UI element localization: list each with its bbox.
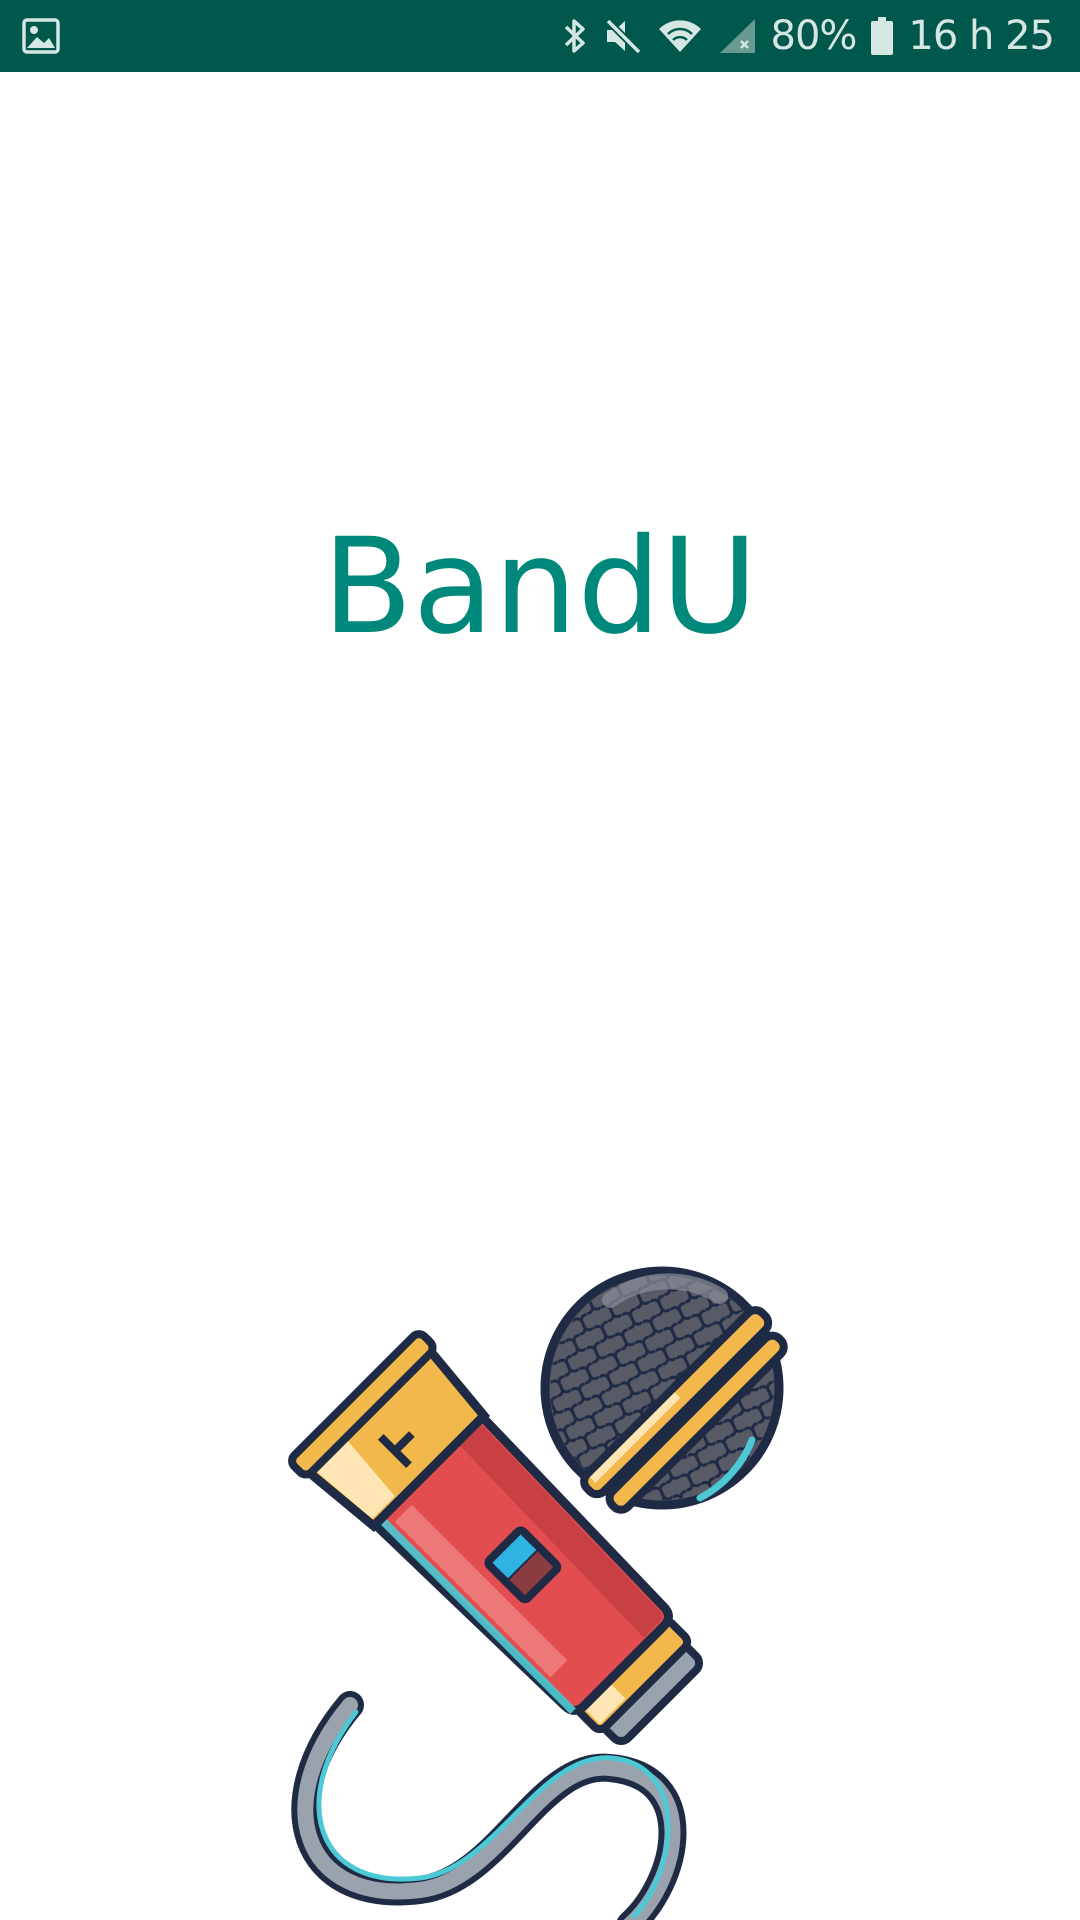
- mute-icon: [605, 18, 641, 55]
- app-title: BandU: [322, 510, 758, 664]
- clock: 16 h 25: [908, 13, 1055, 59]
- status-icons: 80% 16 h 25: [561, 0, 1055, 72]
- status-bar: 80% 16 h 25: [0, 0, 1080, 72]
- wifi-icon: [658, 20, 701, 52]
- battery-percent: 80%: [770, 13, 858, 59]
- bluetooth-icon: [564, 19, 585, 53]
- microphone-icon: [288, 1266, 788, 1920]
- image-notification-icon: [22, 18, 60, 54]
- battery-icon: [871, 17, 894, 55]
- cellular-signal-icon: [719, 19, 755, 53]
